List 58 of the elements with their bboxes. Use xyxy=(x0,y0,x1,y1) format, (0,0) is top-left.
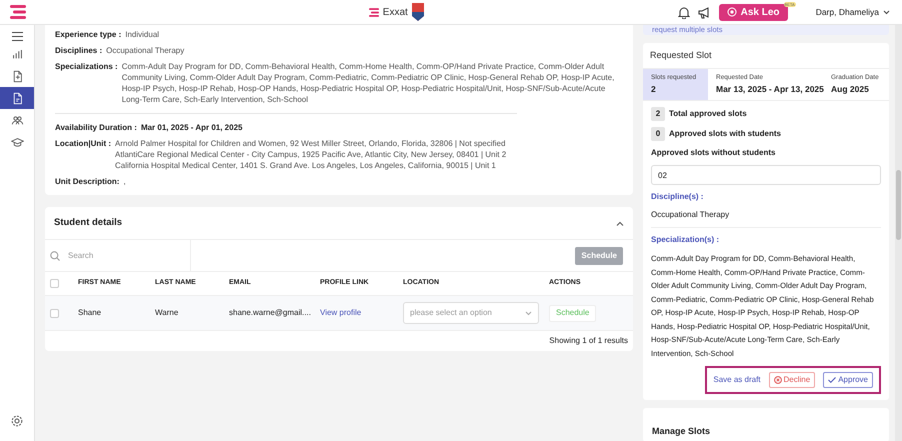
bar-chart-icon xyxy=(10,48,24,60)
section-title: Manage Slots xyxy=(652,426,710,436)
field-value: Occupational Therapy xyxy=(651,209,730,221)
table-cell-text: Shane xyxy=(78,307,102,319)
field-value: , xyxy=(123,176,126,187)
checkbox[interactable] xyxy=(50,308,59,318)
field-label: Location|Unit : xyxy=(55,138,112,150)
chevron-down-icon xyxy=(525,310,532,316)
brand-name: Exxat xyxy=(382,6,408,20)
search-icon xyxy=(50,250,60,260)
count-badge: 0 xyxy=(651,127,665,141)
settings-icon[interactable] xyxy=(11,415,23,427)
field-label: Experience type : xyxy=(55,29,122,40)
checkmark-icon xyxy=(828,377,836,383)
approve-button[interactable]: Approve xyxy=(823,372,873,388)
slots-input[interactable]: 02 xyxy=(651,165,881,185)
menu-icon[interactable] xyxy=(12,32,22,40)
sparkle-icon xyxy=(726,7,737,17)
field-label: Approved slots without students xyxy=(651,147,776,159)
field-label: Availability Duration : xyxy=(55,122,137,133)
notification-bell-icon[interactable] xyxy=(678,6,690,18)
table-cell-text: shane.warne@gmail.... xyxy=(229,307,312,319)
section-title: Student details xyxy=(54,216,122,230)
award-badge-icon xyxy=(412,2,424,22)
count-label: Total approved slots xyxy=(669,108,747,120)
megaphone-icon[interactable] xyxy=(698,6,711,18)
field-label: Specializations : xyxy=(55,61,118,73)
count-label: Approved slots with students xyxy=(669,128,782,140)
field-label: Specialization(s) : xyxy=(651,234,720,246)
field-value: Mar 01, 2025 - Apr 01, 2025 xyxy=(140,122,242,133)
count-badge: 2 xyxy=(651,107,665,121)
chevron-down-icon xyxy=(883,10,890,14)
chevron-up-icon[interactable] xyxy=(616,220,624,226)
scrollbar-thumb[interactable] xyxy=(896,170,901,240)
user-menu[interactable]: Darp, Dhameliya xyxy=(816,6,890,18)
search-field[interactable]: Search xyxy=(68,250,178,262)
field-label: Disciplines : xyxy=(55,45,102,56)
field-value: Comm-Adult Day Program for DD, Comm-Behavioral Health, Comm-Home Health, Comm-OP/Hand Private Practice, Comm-Older Adult Community Living, Comm-Older Adult Day Program, Comm-Pediatric, Comm-Pediatric OP Clinic, Hosp-General Rehab OP, Hosp-IP Acute, Hosp-IP Psych, Hosp-IP Rehab, Hosp-OP Hands, Hosp-Pediatric Hospital OP, Hosp-Pediatric Hospital/Unit, Hosp-SNF/Sub-Acute/Acute Long-Term Care, Sch-Early Intervention, Sch-School xyxy=(122,61,616,105)
location-line: Arnold Palmer Hospital for Children and Women, 92 West Miller Street, Orlando, Florida, 32806 | Not specified xyxy=(115,138,506,149)
field-value: Individual xyxy=(125,29,160,40)
field-value: Occupational Therapy xyxy=(106,45,184,56)
logo-icon xyxy=(368,8,379,16)
save-draft-link[interactable]: Save as draft xyxy=(713,374,761,386)
logo-icon[interactable] xyxy=(10,5,26,19)
table-cell-text: Warne xyxy=(155,307,180,319)
view-profile-link[interactable]: View profile xyxy=(320,308,362,317)
section-title: Requested Slot xyxy=(650,48,712,62)
location-line: California Hospital Medical Center, 1401 S. Grand Ave. Los Angeles, Los Angeles, California, 90015 | Unit 1 xyxy=(115,160,497,171)
graduation-cap-icon xyxy=(10,136,24,148)
people-icon xyxy=(10,114,24,126)
sidebar-item[interactable] xyxy=(0,87,34,109)
location-line: AtlantiCare Regional Medical Center - City Campus, 1925 Pacific Ave, Atlantic City, New Jersey, 08401 | Unit 2 xyxy=(115,149,506,160)
close-circle-icon xyxy=(774,376,782,384)
checkbox[interactable] xyxy=(50,279,59,288)
decline-button[interactable]: Decline xyxy=(768,372,816,388)
field-label: Unit Description: xyxy=(55,176,120,187)
results-count: Showing 1 of 1 results xyxy=(549,335,628,347)
field-label: Discipline(s) : xyxy=(651,191,704,203)
